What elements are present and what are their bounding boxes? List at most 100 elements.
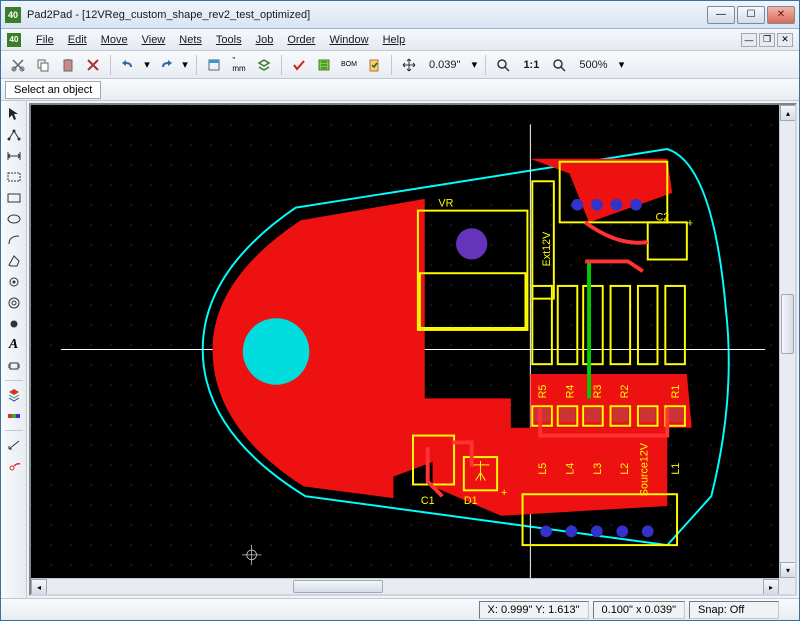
undo-button[interactable] <box>117 54 139 76</box>
scroll-left-button[interactable]: ◂ <box>31 579 47 595</box>
menu-nets[interactable]: Nets <box>172 32 209 48</box>
svg-text:L2: L2 <box>619 463 631 475</box>
close-button[interactable]: ✕ <box>767 6 795 24</box>
trace-tool[interactable] <box>4 126 24 144</box>
doc-icon: 40 <box>7 33 21 47</box>
scroll-up-button[interactable]: ▴ <box>780 105 796 121</box>
hint-text: Select an object <box>5 81 101 99</box>
svg-text:L4: L4 <box>564 463 576 475</box>
maximize-button[interactable]: ☐ <box>737 6 765 24</box>
zoom-dropdown[interactable]: ▾ <box>616 58 626 71</box>
pcb-design: R5R4R3 R2R1 L5L4L3 L2L1 <box>31 105 795 594</box>
svg-text:VR: VR <box>438 198 453 210</box>
autoroute-button[interactable] <box>313 54 335 76</box>
dimension-tool[interactable] <box>4 147 24 165</box>
rectangle-tool[interactable] <box>4 168 24 186</box>
undo-dropdown[interactable]: ▾ <box>142 58 152 71</box>
menu-job[interactable]: Job <box>249 32 281 48</box>
polygon-tool[interactable] <box>4 252 24 270</box>
svg-text:R4: R4 <box>564 385 576 399</box>
svg-text:C1: C1 <box>421 495 435 507</box>
copy-button[interactable] <box>32 54 54 76</box>
properties-button[interactable] <box>203 54 225 76</box>
pad-tool[interactable] <box>4 273 24 291</box>
svg-text:+: + <box>687 217 693 229</box>
status-coords: X: 0.999" Y: 1.613" <box>479 601 589 619</box>
svg-text:Ext12V: Ext12V <box>541 231 553 266</box>
zoom-icon <box>492 54 514 76</box>
mdi-minimize-button[interactable]: — <box>741 33 757 47</box>
scrollbar-thumb[interactable] <box>781 294 794 354</box>
work-area: A <box>1 101 799 598</box>
svg-text:R5: R5 <box>537 385 549 399</box>
bom-button[interactable]: BOM <box>338 54 360 76</box>
menu-order[interactable]: Order <box>280 32 322 48</box>
scrollbar-thumb[interactable] <box>293 580 383 593</box>
component-tool[interactable] <box>4 357 24 375</box>
menu-bar: 40 File Edit Move View Nets Tools Job Or… <box>1 29 799 51</box>
origin-tool[interactable] <box>4 457 24 475</box>
menu-help[interactable]: Help <box>376 32 413 48</box>
vertical-scrollbar[interactable]: ▴ ▾ <box>779 105 795 578</box>
filled-rect-tool[interactable] <box>4 189 24 207</box>
status-grid: 0.100" x 0.039" <box>593 601 685 619</box>
paste-button[interactable] <box>57 54 79 76</box>
scroll-down-button[interactable]: ▾ <box>780 562 796 578</box>
delete-button[interactable] <box>82 54 104 76</box>
layers-button[interactable] <box>253 54 275 76</box>
status-bar: X: 0.999" Y: 1.613" 0.100" x 0.039" Snap… <box>1 598 799 620</box>
check-clipboard-button[interactable] <box>363 54 385 76</box>
redo-dropdown[interactable]: ▾ <box>180 58 190 71</box>
status-snap[interactable]: Snap: Off <box>689 601 779 619</box>
arc-tool[interactable] <box>4 231 24 249</box>
svg-text:C2: C2 <box>656 211 670 223</box>
text-tool[interactable]: A <box>4 336 24 354</box>
scroll-right-button[interactable]: ▸ <box>763 579 779 595</box>
measure-tool[interactable] <box>4 436 24 454</box>
tool-palette: A <box>1 101 27 598</box>
zoom-percent[interactable]: 500% <box>573 59 613 71</box>
svg-text:L5: L5 <box>537 463 549 475</box>
mdi-restore-button[interactable]: ❐ <box>759 33 775 47</box>
layer-visibility-button[interactable] <box>4 407 24 425</box>
zoom-extents-button[interactable] <box>548 54 570 76</box>
svg-text:R2: R2 <box>619 385 631 399</box>
separator-icon <box>391 55 392 75</box>
via-tool[interactable] <box>4 294 24 312</box>
hole-tool[interactable] <box>4 315 24 333</box>
svg-text:Source12V: Source12V <box>639 442 651 496</box>
app-window: 40 Pad2Pad - [12VReg_custom_shape_rev2_t… <box>0 0 800 621</box>
menu-file[interactable]: File <box>29 32 61 48</box>
svg-text:R1: R1 <box>670 385 682 399</box>
units-mm-button[interactable]: "mm <box>228 54 250 76</box>
mdi-close-button[interactable]: ✕ <box>777 33 793 47</box>
menu-tools[interactable]: Tools <box>209 32 249 48</box>
svg-text:D1: D1 <box>464 495 478 507</box>
nudge-value[interactable]: 0.039" <box>423 59 466 71</box>
menu-edit[interactable]: Edit <box>61 32 94 48</box>
layer-stack-button[interactable] <box>4 386 24 404</box>
separator-icon <box>110 55 111 75</box>
drc-check-button[interactable] <box>288 54 310 76</box>
cut-button[interactable] <box>7 54 29 76</box>
nudge-icon[interactable] <box>398 54 420 76</box>
menu-window[interactable]: Window <box>322 32 375 48</box>
minimize-button[interactable]: — <box>707 6 735 24</box>
separator-icon <box>196 55 197 75</box>
scroll-corner <box>779 578 795 594</box>
main-toolbar: ▾ ▾ "mm BOM 0.039" ▾ 1:1 500% ▾ <box>1 51 799 79</box>
redo-button[interactable] <box>155 54 177 76</box>
ellipse-tool[interactable] <box>4 210 24 228</box>
separator-icon <box>485 55 486 75</box>
horizontal-scrollbar[interactable]: ◂ ▸ <box>31 578 779 594</box>
separator-icon <box>5 380 23 381</box>
svg-text:L1: L1 <box>670 463 682 475</box>
canvas-area[interactable]: R5R4R3 R2R1 L5L4L3 L2L1 <box>29 103 797 596</box>
zoom-ratio[interactable]: 1:1 <box>517 59 545 71</box>
menu-move[interactable]: Move <box>94 32 135 48</box>
hint-bar: Select an object <box>1 79 799 101</box>
svg-text:L3: L3 <box>592 463 604 475</box>
menu-view[interactable]: View <box>135 32 173 48</box>
select-tool[interactable] <box>4 105 24 123</box>
nudge-dropdown[interactable]: ▾ <box>469 58 479 71</box>
